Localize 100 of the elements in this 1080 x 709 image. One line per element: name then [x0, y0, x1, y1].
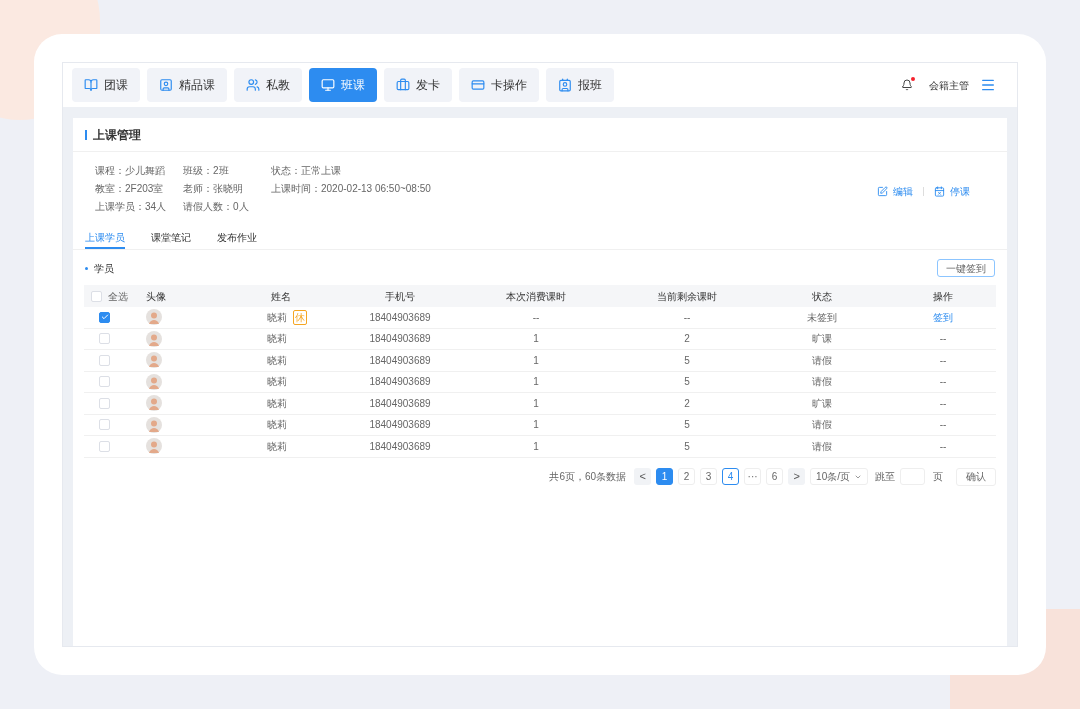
table-cell-text: 18404903689 [369, 310, 431, 325]
page-button[interactable]: 6 [766, 468, 784, 485]
table-cell-text: 1 [533, 439, 539, 454]
nav-tab[interactable]: 卡操作 [459, 68, 539, 102]
table-cell-text: -- [683, 310, 691, 325]
sub-tab[interactable]: 课堂笔记 [151, 227, 191, 249]
nav-tab[interactable]: 精品课 [147, 68, 227, 102]
users-icon [246, 78, 260, 92]
table-cell-text: 未签到 [807, 310, 837, 325]
page-title: 上课管理 [93, 126, 141, 144]
edit-icon [877, 186, 888, 197]
column-header: 状态 [812, 289, 832, 304]
portrait-icon [159, 78, 173, 92]
info-field: 状态：正常上课 [271, 164, 431, 177]
table-cell-text: 18404903689 [369, 332, 431, 347]
table-cell-text: 5 [684, 439, 690, 454]
avatar-icon [146, 373, 162, 390]
table-cell-text: 1 [533, 375, 539, 390]
checkbox[interactable] [99, 311, 110, 323]
page-button[interactable]: 3 [700, 468, 718, 485]
user-role[interactable]: 会籍主管 [929, 77, 969, 93]
avatar-icon [146, 330, 162, 347]
table-cell-text: 旷课 [812, 332, 832, 347]
prev-page-button[interactable]: < [634, 468, 652, 485]
briefcase-icon [396, 78, 410, 92]
table-cell-text: 晓莉 [267, 353, 287, 368]
info-field: 班级：2班 [183, 164, 271, 177]
table-cell-text: 晓莉 [267, 375, 287, 390]
nav-tab[interactable]: 发卡 [384, 68, 452, 102]
table-cell-text: 请假 [812, 439, 832, 454]
avatar-icon [146, 438, 162, 455]
nav-tab[interactable]: 报班 [546, 68, 614, 102]
table-cell-text: 18404903689 [369, 418, 431, 433]
page-button[interactable]: ··· [744, 468, 762, 485]
table-cell-text: 18404903689 [369, 439, 431, 454]
table-cell-text: 1 [533, 418, 539, 433]
confirm-button[interactable]: 确认 [956, 467, 996, 486]
column-header: 操作 [933, 289, 953, 304]
column-header: 姓名 [270, 289, 291, 304]
suspend-button[interactable]: 停课 [934, 184, 970, 199]
info-field: 课程：少儿舞蹈 [95, 164, 183, 177]
page-button[interactable]: 1 [656, 468, 674, 485]
table-cell-text: 2 [684, 396, 690, 411]
page-unit-label: 页 [933, 470, 943, 484]
table-cell-text: 晓莉 [267, 332, 287, 347]
select-all-label: 全选 [108, 289, 128, 304]
page-button[interactable]: 4 [722, 468, 740, 485]
column-header: 手机号 [385, 289, 415, 304]
table-cell-text: 2 [684, 332, 690, 347]
sub-tab[interactable]: 发布作业 [217, 227, 257, 249]
book-icon [84, 78, 98, 92]
edit-button[interactable]: 编辑 [877, 184, 913, 199]
leave-badge: 休 [293, 309, 307, 325]
avatar-icon [146, 309, 162, 326]
table-cell-text: 请假 [812, 353, 832, 368]
column-header: 当前剩余课时 [657, 289, 717, 304]
page-button[interactable]: 2 [678, 468, 696, 485]
table-cell-text: 1 [533, 353, 539, 368]
card-icon [471, 78, 485, 92]
table-cell-text: 晓莉 [267, 396, 287, 411]
sub-tab[interactable]: 上课学员 [85, 227, 125, 249]
table-cell-text: -- [939, 375, 947, 390]
notification-bell[interactable] [901, 78, 914, 92]
nav-tab[interactable]: 班课 [309, 68, 377, 102]
nav-tab[interactable]: 团课 [72, 68, 140, 102]
page-size-select[interactable]: 10条/页 [810, 468, 868, 485]
avatar-icon [146, 416, 162, 433]
info-field: 教室：2F203室 [95, 182, 183, 195]
table-cell-text: 18404903689 [369, 353, 431, 368]
jump-label: 跳至 [875, 470, 895, 484]
table-cell-text: 5 [684, 375, 690, 390]
table-cell-text: 旷课 [812, 396, 832, 411]
next-page-button[interactable]: > [788, 468, 806, 485]
table-cell-text: 请假 [812, 375, 832, 390]
menu-icon[interactable] [980, 77, 996, 93]
monitor-icon [321, 78, 335, 92]
table-cell-text: 晓莉 [267, 418, 287, 433]
table-cell-text: 18404903689 [369, 375, 431, 390]
info-field: 老师：张晓明 [183, 182, 271, 195]
table-cell-text: 晓莉 [267, 310, 287, 325]
table-cell-text: 18404903689 [369, 396, 431, 411]
section-label: 学员 [94, 261, 114, 276]
table-cell-text: 5 [684, 353, 690, 368]
avatar-icon [146, 395, 162, 412]
bulk-check-in-button[interactable]: 一键签到 [937, 259, 995, 277]
avatar-icon [146, 352, 162, 369]
table-cell-text: 1 [533, 396, 539, 411]
info-field: 上课时间：2020-02-13 06:50~08:50 [271, 182, 431, 195]
nav-tab[interactable]: 私教 [234, 68, 302, 102]
table-cell-text: 晓莉 [267, 439, 287, 454]
contact-icon [558, 78, 572, 92]
info-field: 上课学员：34人 [95, 200, 183, 213]
table-cell-text: -- [939, 418, 947, 433]
table-cell-text: -- [939, 439, 947, 454]
column-header: 头像 [145, 289, 166, 304]
table-cell-text: -- [939, 396, 947, 411]
check-in-link[interactable]: 签到 [933, 309, 953, 325]
table-cell-text: 请假 [812, 418, 832, 433]
table-cell-text: -- [939, 332, 947, 347]
table-cell-text: 5 [684, 418, 690, 433]
